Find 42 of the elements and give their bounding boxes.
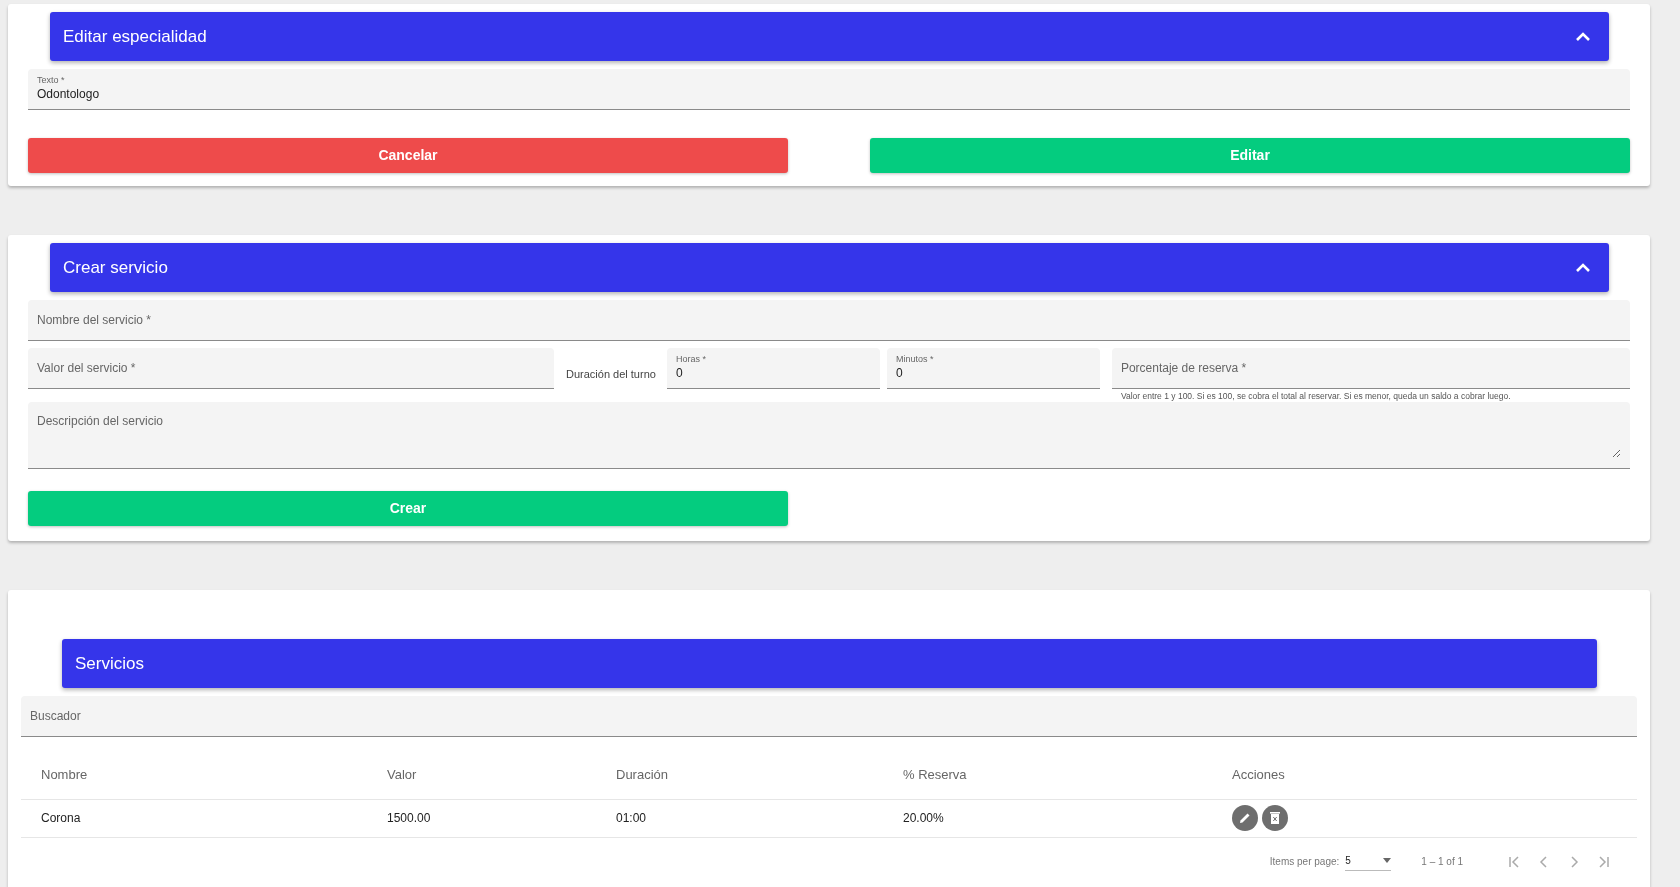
reserve-percent-field[interactable]: Porcentaje de reserva * [1111,348,1630,389]
edit-button[interactable] [1232,805,1258,831]
pencil-icon [1238,811,1252,825]
field-value[interactable]: 0 [895,363,1091,382]
collapse-chevron-icon[interactable] [1575,262,1591,273]
items-per-page-label: Items per page: [1269,855,1340,869]
delete-button[interactable] [1262,805,1288,831]
field-label: Minutos * [895,354,935,364]
search-field[interactable]: Buscador [21,696,1637,737]
column-header: Valor [367,751,596,799]
table-cell: 01:00 [596,799,883,837]
field-value[interactable]: 0 [675,363,871,382]
collapse-chevron-icon[interactable] [1575,31,1591,42]
panel-header[interactable]: Servicios [62,639,1597,688]
field-label: Horas * [675,354,707,364]
panel-title: Crear servicio [63,256,168,279]
table-cell: 1500.00 [367,799,596,837]
page-size-select[interactable]: 5 [1345,852,1392,871]
cancel-button[interactable]: Cancelar [28,138,788,173]
service-name-field[interactable]: Nombre del servicio * [28,300,1630,341]
duration-label: Duración del turno [565,367,657,382]
column-header: Duración [596,751,883,799]
panel-header[interactable]: Crear servicio [50,243,1609,292]
trash-icon [1269,811,1281,825]
text-field[interactable]: Texto * Odontologo [28,69,1630,110]
panel-title: Editar especialidad [63,25,207,48]
service-value-field[interactable]: Valor del servicio * [28,348,554,389]
field-label: Texto * [37,75,66,85]
field-hint: Valor entre 1 y 100. Si es 100, se cobra el total al reservar. Si es menor, queda un saldo a cobrar luego. [1119,390,1512,402]
column-header: % Reserva [883,751,1212,799]
page-range: 1 – 1 of 1 [1421,855,1463,869]
panel-title: Servicios [75,652,144,675]
table-cell: Corona [21,799,367,837]
column-header: Acciones [1212,751,1637,799]
field-value[interactable]: Odontologo [37,84,1621,103]
table-cell: 20.00% [883,799,1212,837]
description-field[interactable]: Descripción del servicio [28,402,1630,470]
dropdown-caret-icon [1383,857,1392,863]
column-header: Nombre [21,751,367,799]
minutes-field[interactable]: Minutos * 0 [886,348,1100,389]
panel-header[interactable]: Editar especialidad [50,12,1609,61]
hours-field[interactable]: Horas * 0 [666,348,880,389]
